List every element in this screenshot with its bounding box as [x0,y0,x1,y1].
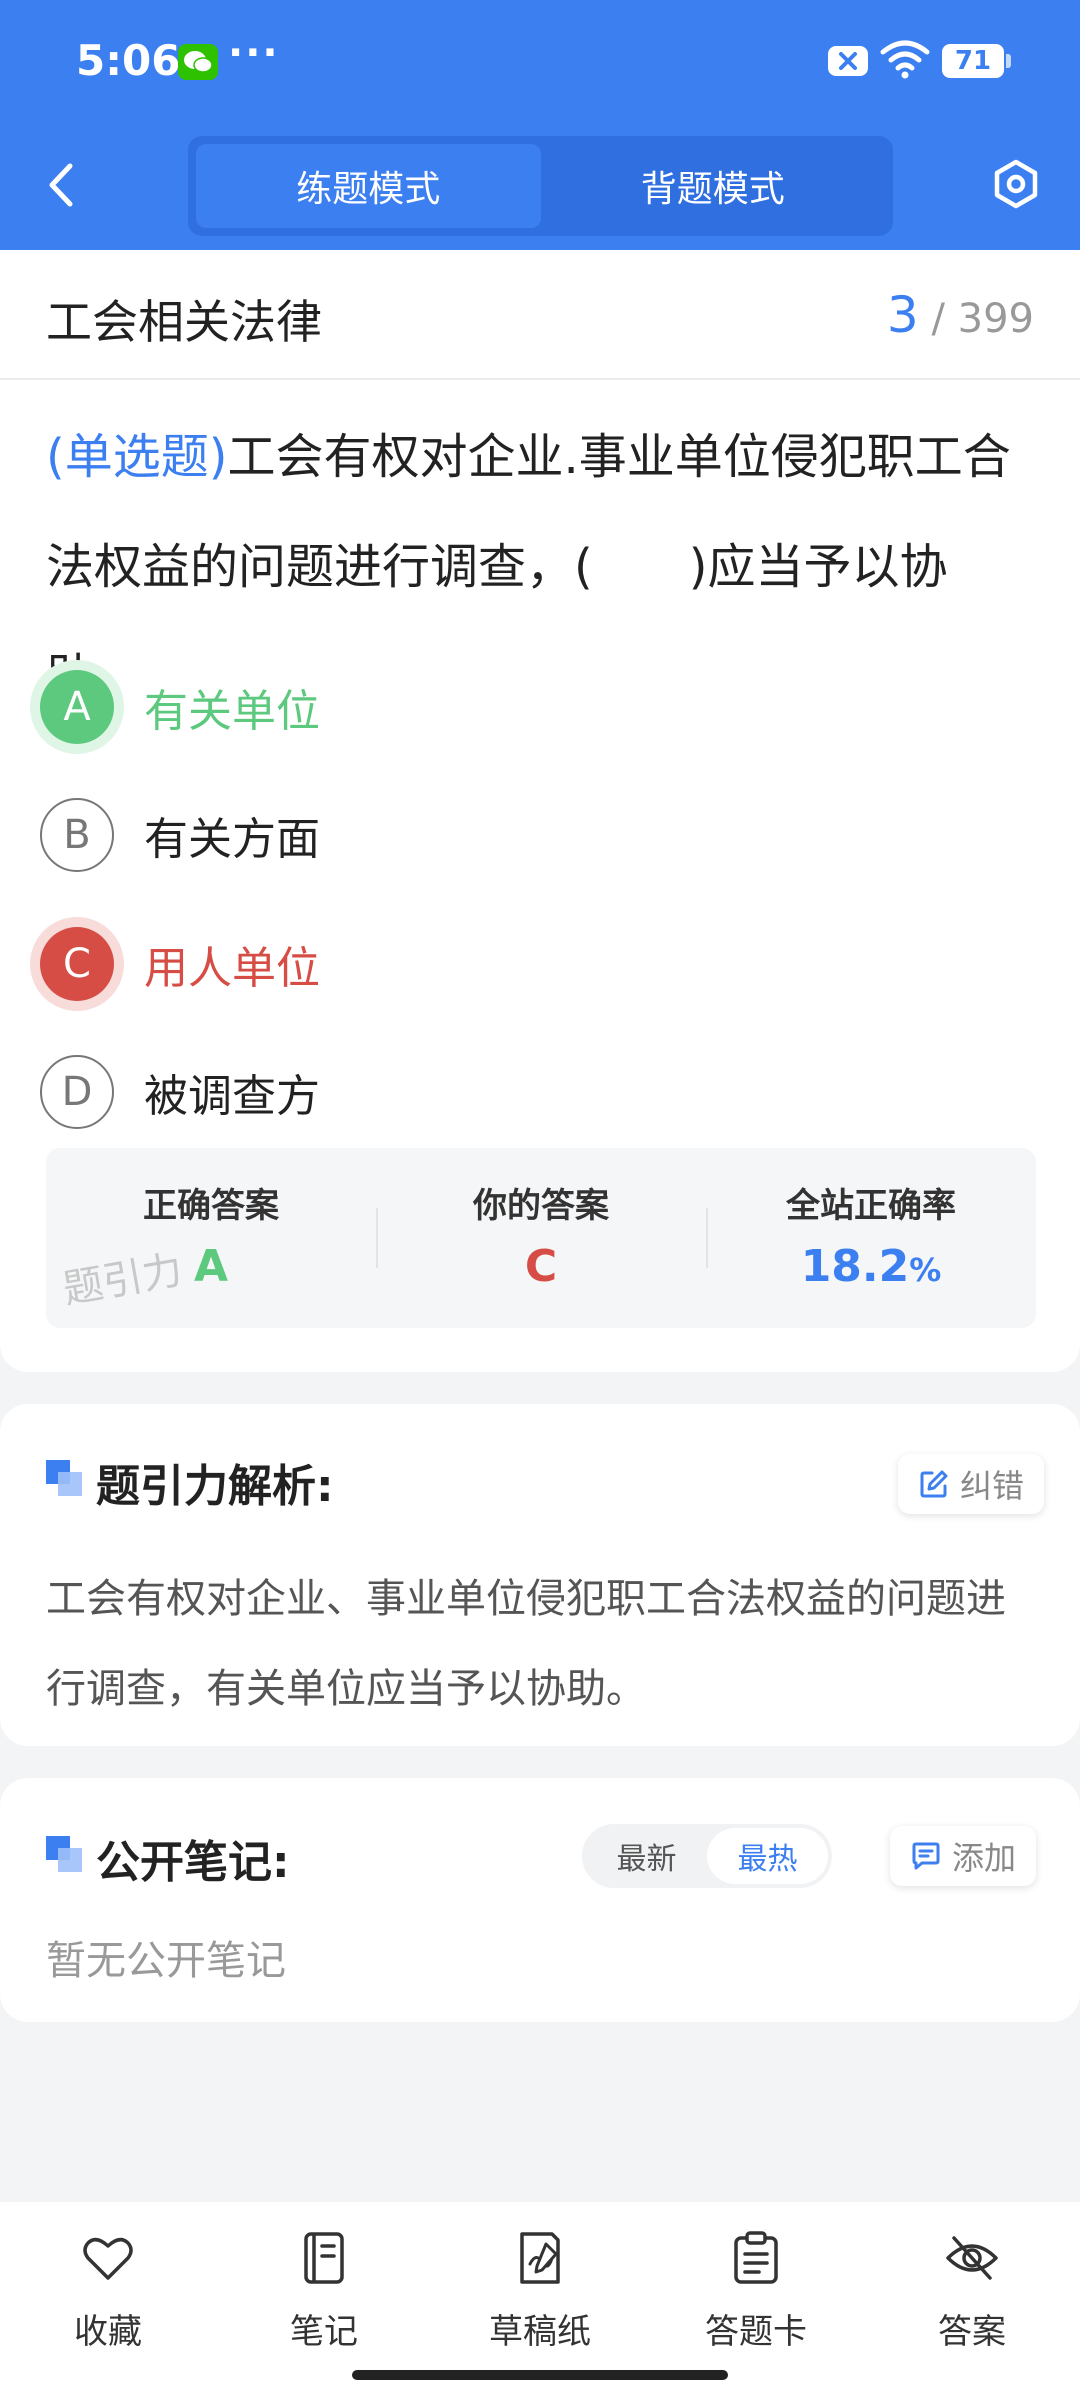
add-note-button[interactable]: 添加 [890,1826,1037,1886]
notes-sort-toggle: 最新 最热 [582,1824,832,1888]
your-answer-value: C [524,1241,558,1292]
your-answer-col: 你的答案 C [376,1148,706,1328]
app-header: 5:06 ··· 71 练题模式 背题模式 [0,0,1080,250]
empty-notes-text: 暂无公开笔记 [46,1938,286,1984]
wifi-icon [880,40,930,79]
sort-hottest-tab[interactable]: 最热 [707,1828,828,1884]
subject-row: 工会相关法律 3 / 399 [0,250,1080,380]
home-indicator[interactable] [352,2370,728,2380]
battery-indicator: 71 [942,44,1011,78]
analysis-text: 工会有权对企业、事业单位侵犯职工合法权益的问题进行调查，有关单位应当予以协助。 [46,1576,1006,1712]
comment-icon [912,1842,940,1870]
option-b[interactable]: B 有关方面 [40,790,320,880]
option-letter: D [40,1055,114,1129]
heart-icon [83,2237,133,2280]
report-error-label: 纠错 [960,1467,1025,1505]
option-letter: C [40,927,114,1001]
favorite-label: 收藏 [74,2312,142,2352]
status-time: 5:06 [76,36,181,85]
edit-icon [920,1470,948,1498]
answer-card-label: 答题卡 [705,2312,807,2352]
show-answer-button[interactable]: 答案 [864,2202,1080,2400]
option-c[interactable]: C 用人单位 [40,919,320,1009]
progress-total: / 399 [931,296,1034,342]
answer-summary: 正确答案 A 题引力 你的答案 C 全站正确率 18.2% [46,1148,1036,1328]
analysis-title: 题引力解析: [96,1461,334,1512]
answer-card-icon [734,2231,778,2284]
option-text: 被调查方 [144,1071,320,1122]
no-sim-icon [828,46,868,76]
favorite-button[interactable]: 收藏 [0,2202,216,2400]
sort-latest-tab[interactable]: 最新 [586,1828,707,1884]
accuracy-number: 18.2 [800,1241,910,1292]
option-text: 用人单位 [144,943,320,994]
settings-icon[interactable] [990,158,1042,210]
progress-current: 3 [886,286,919,344]
question-progress: 3 / 399 [887,286,1034,344]
wechat-icon [178,44,218,80]
notes-title: 公开笔记: [96,1837,290,1888]
back-arrow-icon[interactable] [40,160,84,210]
public-notes-card: 公开笔记: 最新 最热 添加 暂无公开笔记 [0,1778,1080,2022]
notebook-icon [304,2232,344,2284]
correct-answer-label: 正确答案 [143,1186,279,1226]
your-answer-label: 你的答案 [473,1186,609,1226]
subject-title: 工会相关法律 [46,295,322,349]
option-text: 有关方面 [144,814,320,865]
add-note-label: 添加 [952,1839,1017,1877]
status-bar: 5:06 ··· 71 [0,0,1080,125]
more-notifications-icon: ··· [228,30,280,76]
show-answer-label: 答案 [938,2312,1006,2352]
tab-memorize-mode[interactable]: 背题模式 [541,144,886,228]
accuracy-value: 18.2% [706,1241,1036,1292]
option-letter: B [40,798,114,872]
draft-paper-label: 草稿纸 [489,2312,591,2352]
accuracy-label: 全站正确率 [786,1186,956,1226]
accuracy-col: 全站正确率 18.2% [706,1148,1036,1328]
tab-practice-mode[interactable]: 练题模式 [196,144,541,228]
report-error-button[interactable]: 纠错 [898,1454,1045,1514]
eye-off-icon [946,2236,998,2280]
option-text: 有关单位 [144,686,320,737]
question-card: 工会相关法律 3 / 399 (单选题)3工会有权对企业.事业单位侵犯职工合法权… [0,250,1080,1372]
draft-paper-icon [520,2232,560,2284]
option-letter: A [40,670,114,744]
section-marker-icon [46,1836,82,1872]
question-type: (单选题) [46,429,228,485]
option-a[interactable]: A 有关单位 [40,662,320,752]
accuracy-unit: % [909,1251,942,1289]
option-d[interactable]: D 被调查方 [40,1047,320,1137]
correct-answer-col: 正确答案 A 题引力 [46,1148,376,1328]
notes-label: 笔记 [290,2312,358,2352]
analysis-card: 题引力解析: 纠错 工会有权对企业、事业单位侵犯职工合法权益的问题进行调查，有关… [0,1404,1080,1746]
section-marker-icon [46,1460,82,1496]
mode-toggle: 练题模式 背题模式 [188,136,893,236]
